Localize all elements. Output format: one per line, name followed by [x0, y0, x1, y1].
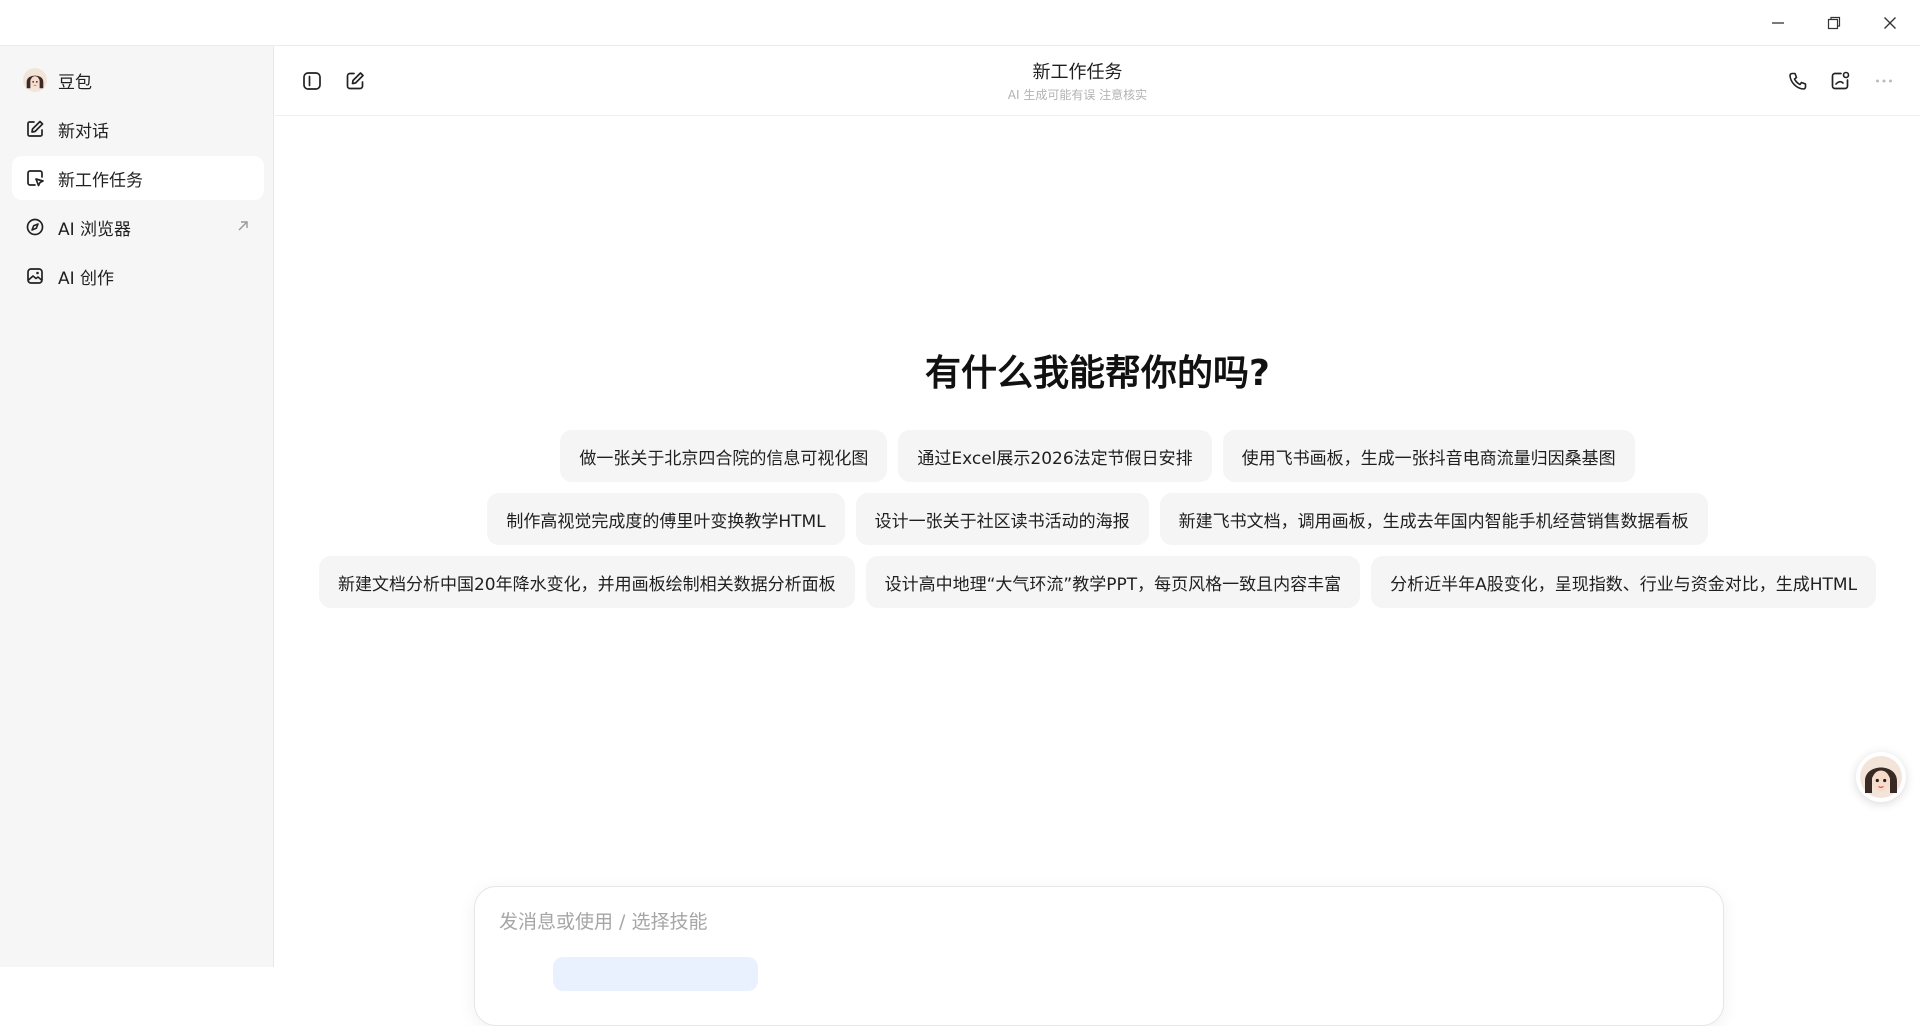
minimize-button[interactable]: [1750, 0, 1806, 46]
assistant-avatar-button[interactable]: [1856, 752, 1906, 802]
sidebar-item-doubao[interactable]: 豆包: [12, 58, 264, 102]
sidebar-item-label: 新对话: [58, 121, 109, 142]
page-title: 新工作任务: [1032, 62, 1123, 83]
edit-icon: [23, 117, 47, 141]
welcome-heading: 有什么我能帮你的吗?: [925, 353, 1270, 394]
compass-icon: [23, 215, 47, 239]
composer-skill-chip[interactable]: [553, 957, 758, 991]
sidebar-item-new-task[interactable]: 新工作任务: [12, 156, 264, 200]
sidebar-item-label: AI 浏览器: [58, 219, 132, 240]
suggestion-row: 制作高视觉完成度的傅里叶变换教学HTML 设计一张关于社区读书活动的海报 新建飞…: [275, 493, 1920, 545]
suggestion-chip[interactable]: 使用飞书画板，生成一张抖音电商流量归因桑基图: [1222, 430, 1635, 482]
more-dots-icon: [1876, 79, 1892, 83]
restore-button[interactable]: [1806, 0, 1862, 46]
sidebar-item-label: 豆包: [58, 72, 92, 93]
sidebar-item-label: AI 创作: [58, 268, 115, 289]
suggestion-row: 新建文档分析中国20年降水变化，并用画板绘制相关数据分析面板 设计高中地理“大气…: [275, 556, 1920, 608]
message-composer[interactable]: 发消息或使用 / 选择技能: [474, 886, 1724, 1026]
more-button[interactable]: [1869, 66, 1899, 96]
assistant-avatar-icon: [1860, 756, 1902, 798]
screen-share-icon: [1831, 71, 1850, 90]
call-button[interactable]: [1783, 66, 1813, 96]
restore-icon: [1827, 16, 1841, 30]
phone-icon: [1789, 72, 1807, 90]
sidebar-item-ai-browser[interactable]: AI 浏览器: [12, 205, 264, 249]
suggestion-chip[interactable]: 新建飞书文档，调用画板，生成去年国内智能手机经营销售数据看板: [1159, 493, 1708, 545]
composer-placeholder: 发消息或使用 / 选择技能: [499, 911, 708, 933]
close-icon: [1884, 17, 1896, 29]
doubao-avatar-icon: [23, 68, 47, 92]
sidebar-item-label: 新工作任务: [58, 170, 143, 191]
header: 新工作任务 AI 生成可能有误 注意核实: [275, 46, 1920, 116]
suggestion-chip[interactable]: 做一张关于北京四合院的信息可视化图: [560, 430, 888, 482]
suggestion-chip[interactable]: 分析近半年A股变化，呈现指数、行业与资金对比，生成HTML: [1371, 556, 1877, 608]
title-bar: [0, 0, 1920, 46]
disclaimer-text: AI 生成可能有误 注意核实: [1007, 88, 1148, 102]
image-icon: [23, 264, 47, 288]
suggestion-chip[interactable]: 制作高视觉完成度的傅里叶变换教学HTML: [487, 493, 845, 545]
external-link-icon: [238, 221, 248, 231]
suggestion-chip[interactable]: 通过Excel展示2026法定节假日安排: [898, 430, 1212, 482]
sidebar: 豆包 新对话 新工作任务 AI 浏览器 AI 创作: [0, 46, 274, 967]
suggestion-chip[interactable]: 设计高中地理“大气环流”教学PPT，每页风格一致且内容丰富: [865, 556, 1361, 608]
close-button[interactable]: [1862, 0, 1918, 46]
share-screen-button[interactable]: [1825, 66, 1855, 96]
suggestion-chip[interactable]: 设计一张关于社区读书活动的海报: [855, 493, 1149, 545]
suggestion-chip[interactable]: 新建文档分析中国20年降水变化，并用画板绘制相关数据分析面板: [318, 556, 855, 608]
minimize-icon: [1772, 22, 1784, 24]
sidebar-item-ai-create[interactable]: AI 创作: [12, 254, 264, 298]
suggestion-row: 做一张关于北京四合院的信息可视化图 通过Excel展示2026法定节假日安排 使…: [275, 430, 1920, 482]
main-panel: 新工作任务 AI 生成可能有误 注意核实 有什么我能帮你的吗? 做一张关于北京四…: [275, 46, 1920, 1026]
task-icon: [23, 166, 47, 190]
sidebar-item-new-chat[interactable]: 新对话: [12, 107, 264, 151]
